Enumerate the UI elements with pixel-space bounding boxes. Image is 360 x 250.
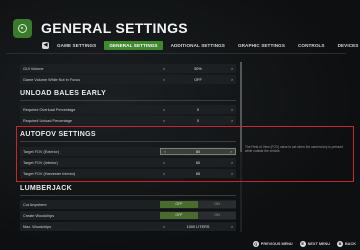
setting-label: Target FOV (Exterior) [23,149,60,154]
setting-row-fov-interior[interactable]: Target FOV (Interior) < 60 > [20,158,236,167]
setting-row-create-woodchips[interactable]: Create Woodchips OFF ON [20,211,236,220]
game-volume-unfocused-stepper[interactable]: < OFF > [160,76,236,83]
section-title-unload-bales: UNLOAD BALES EARLY [20,90,107,97]
stepper-value: 60 [195,160,201,165]
footer-controls: Q PREVIOUS MENU E NEXT MENU B BACK [252,241,356,247]
tab-bar: ◀ GAME SETTINGS GENERAL SETTINGS ADDITIO… [42,40,360,50]
previous-menu-label: PREVIOUS MENU [260,242,293,246]
stepper-value: 0 [196,118,200,123]
max-woodchips-stepper[interactable]: < 1000 LITERS > [160,223,236,230]
gui-volume-stepper[interactable]: < 50% > [160,65,236,72]
toggle-option-off[interactable]: OFF [160,212,198,219]
increase-icon[interactable]: > [228,66,236,71]
fov-harvester-stepper[interactable]: < 65 > [160,170,236,177]
increase-icon[interactable]: > [228,118,236,123]
fov-exterior-stepper[interactable]: < 80 > [160,148,236,155]
stepper-value: 80 [195,149,201,154]
required-unload-stepper[interactable]: < 0 > [160,117,236,124]
fov-interior-stepper[interactable]: < 60 > [160,159,236,166]
section-divider [20,195,236,196]
setting-description: The Field of View (FOV) value to set whe… [245,145,343,154]
tab-general-settings[interactable]: GENERAL SETTINGS [104,40,163,50]
decrease-icon[interactable]: < [160,224,168,229]
setting-row-fov-exterior[interactable]: Target FOV (Exterior) < 80 > [20,147,236,156]
stepper-value: OFF [194,77,202,82]
setting-label: Cut Anywhere [23,202,47,207]
section-title-lumberjack: LUMBERJACK [20,185,72,192]
section-divider [20,100,236,101]
stepper-value: 0 [196,107,200,112]
decrease-icon[interactable]: < [160,66,168,71]
setting-row-required-unload[interactable]: Required Unload Percentage < 0 > [20,116,236,125]
section-divider [20,141,236,142]
decrease-icon[interactable]: < [161,149,169,154]
setting-label: Game Volume While Not In Focus [23,77,81,82]
setting-label: Target FOV (Interior) [23,160,58,165]
increase-icon[interactable]: > [228,160,236,165]
header-divider [6,53,346,54]
q-key-icon: Q [252,241,259,247]
tab-devices[interactable]: DEVICES [333,41,360,50]
setting-row-gui-volume[interactable]: GUI Volume < 50% > [20,64,236,73]
setting-label: GUI Volume [23,66,44,71]
increase-icon[interactable]: > [227,149,235,154]
settings-logo-icon [13,19,32,38]
toggle-option-on[interactable]: ON [198,201,236,208]
stepper-value: 1000 LITERS [186,224,210,229]
increase-icon[interactable]: > [228,107,236,112]
back-label: BACK [345,242,356,246]
setting-label: Create Woodchips [23,213,55,218]
next-menu-label: NEXT MENU [307,242,331,246]
stepper-value: 65 [195,171,201,176]
b-key-icon: B [337,241,344,247]
tab-controls[interactable]: CONTROLS [293,41,330,50]
previous-menu-button[interactable]: Q PREVIOUS MENU [252,241,293,247]
decrease-icon[interactable]: < [160,171,168,176]
tab-graphic-settings[interactable]: GRAPHIC SETTINGS [233,41,290,50]
e-key-icon: E [299,241,306,247]
setting-label: Required Overload Percentage [23,107,76,112]
toggle-option-off[interactable]: OFF [160,201,198,208]
setting-row-game-volume-unfocused[interactable]: Game Volume While Not In Focus < OFF > [20,75,236,84]
back-button[interactable]: B BACK [337,241,356,247]
increase-icon[interactable]: > [228,77,236,82]
increase-icon[interactable]: > [228,171,236,176]
required-overload-stepper[interactable]: < 0 > [160,106,236,113]
setting-row-fov-harvester[interactable]: Target FOV (Harvester Interior) < 65 > [20,169,236,178]
setting-label: Target FOV (Harvester Interior) [23,171,76,176]
tab-game-settings[interactable]: GAME SETTINGS [52,41,101,50]
stepper-value: 50% [194,66,202,71]
decrease-icon[interactable]: < [160,107,168,112]
decrease-icon[interactable]: < [160,77,168,82]
increase-icon[interactable]: > [228,224,236,229]
decrease-icon[interactable]: < [160,118,168,123]
setting-label: Max. Woodchips [23,224,51,229]
toggle-option-on[interactable]: ON [198,212,236,219]
section-title-autofov: AUTOFOV SETTINGS [20,131,96,138]
next-menu-button[interactable]: E NEXT MENU [299,241,331,247]
cut-anywhere-toggle[interactable]: OFF ON [160,201,236,208]
setting-row-cut-anywhere[interactable]: Cut Anywhere OFF ON [20,200,236,209]
setting-label: Required Unload Percentage [23,118,72,123]
setting-row-max-woodchips[interactable]: Max. Woodchips < 1000 LITERS > [20,222,236,231]
tab-additional-settings[interactable]: ADDITIONAL SETTINGS [166,41,230,50]
setting-row-required-overload[interactable]: Required Overload Percentage < 0 > [20,105,236,114]
create-woodchips-toggle[interactable]: OFF ON [160,212,236,219]
decrease-icon[interactable]: < [160,160,168,165]
tab-prev-icon[interactable]: ◀ [42,41,49,49]
page-title: GENERAL SETTINGS [41,20,188,36]
